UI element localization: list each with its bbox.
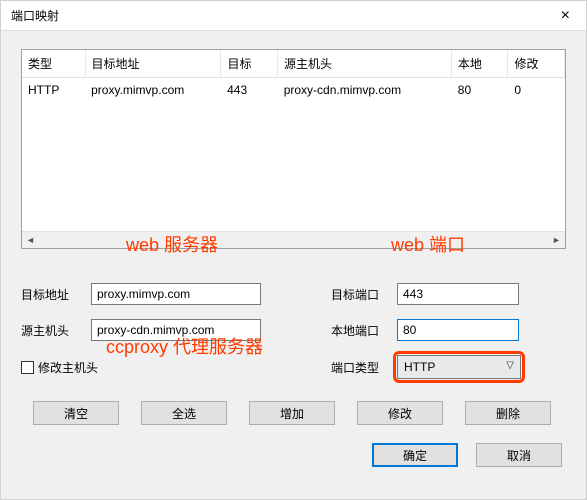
window-title: 端口映射 — [11, 7, 59, 24]
select-all-button[interactable]: 全选 — [141, 401, 227, 425]
checkbox-modify-host[interactable]: 修改主机头 — [21, 359, 98, 376]
combo-port-type-value: HTTP — [404, 360, 435, 374]
label-src-host: 源主机头 — [21, 322, 79, 339]
cell-local: 80 — [452, 78, 509, 102]
label-modify-host: 修改主机头 — [38, 359, 98, 376]
input-target-port[interactable] — [397, 283, 519, 305]
action-button-row: 清空 全选 增加 修改 删除 — [21, 401, 566, 425]
scroll-track[interactable] — [39, 232, 548, 248]
add-button[interactable]: 增加 — [249, 401, 335, 425]
cell-src-host: proxy-cdn.mimvp.com — [278, 78, 452, 102]
input-local-port[interactable] — [397, 319, 519, 341]
col-target-addr[interactable]: 目标地址 — [85, 50, 221, 78]
combo-port-type[interactable]: HTTP ▽ — [397, 355, 521, 379]
dialog-window: 端口映射 × 类型 目标地址 目标 源主机头 本地 修改 — [0, 0, 587, 500]
checkbox-box-icon — [21, 361, 34, 374]
edit-button[interactable]: 修改 — [357, 401, 443, 425]
cancel-button[interactable]: 取消 — [476, 443, 562, 467]
col-src-host[interactable]: 源主机头 — [277, 50, 451, 78]
ok-button[interactable]: 确定 — [372, 443, 458, 467]
clear-button[interactable]: 清空 — [33, 401, 119, 425]
cell-type: HTTP — [22, 78, 85, 102]
table-body[interactable]: HTTP proxy.mimvp.com 443 proxy-cdn.mimvp… — [22, 78, 565, 231]
cell-modify: 0 — [508, 78, 565, 102]
label-port-type: 端口类型 — [331, 359, 385, 376]
table-header: 类型 目标地址 目标 源主机头 本地 修改 — [22, 50, 565, 78]
content-area: 类型 目标地址 目标 源主机头 本地 修改 — [1, 31, 586, 477]
titlebar: 端口映射 × — [1, 1, 586, 31]
horizontal-scrollbar[interactable]: ◄ ► — [22, 231, 565, 248]
input-target-addr[interactable] — [91, 283, 261, 305]
cell-target-addr: proxy.mimvp.com — [85, 78, 221, 102]
scroll-left-icon[interactable]: ◄ — [22, 232, 39, 248]
delete-button[interactable]: 删除 — [465, 401, 551, 425]
label-target-addr: 目标地址 — [21, 286, 79, 303]
input-src-host[interactable] — [91, 319, 261, 341]
chevron-down-icon: ▽ — [506, 360, 514, 371]
col-target[interactable]: 目标 — [221, 50, 278, 78]
dialog-button-row: 确定 取消 — [21, 443, 566, 467]
cell-target: 443 — [221, 78, 278, 102]
col-modify[interactable]: 修改 — [508, 50, 565, 78]
table-row[interactable]: HTTP proxy.mimvp.com 443 proxy-cdn.mimvp… — [22, 78, 565, 102]
col-local[interactable]: 本地 — [451, 50, 508, 78]
label-target-port: 目标端口 — [331, 286, 385, 303]
scroll-right-icon[interactable]: ► — [548, 232, 565, 248]
col-type[interactable]: 类型 — [22, 50, 85, 78]
close-icon[interactable]: × — [555, 7, 576, 25]
label-local-port: 本地端口 — [331, 322, 385, 339]
mapping-table: 类型 目标地址 目标 源主机头 本地 修改 — [21, 49, 566, 249]
